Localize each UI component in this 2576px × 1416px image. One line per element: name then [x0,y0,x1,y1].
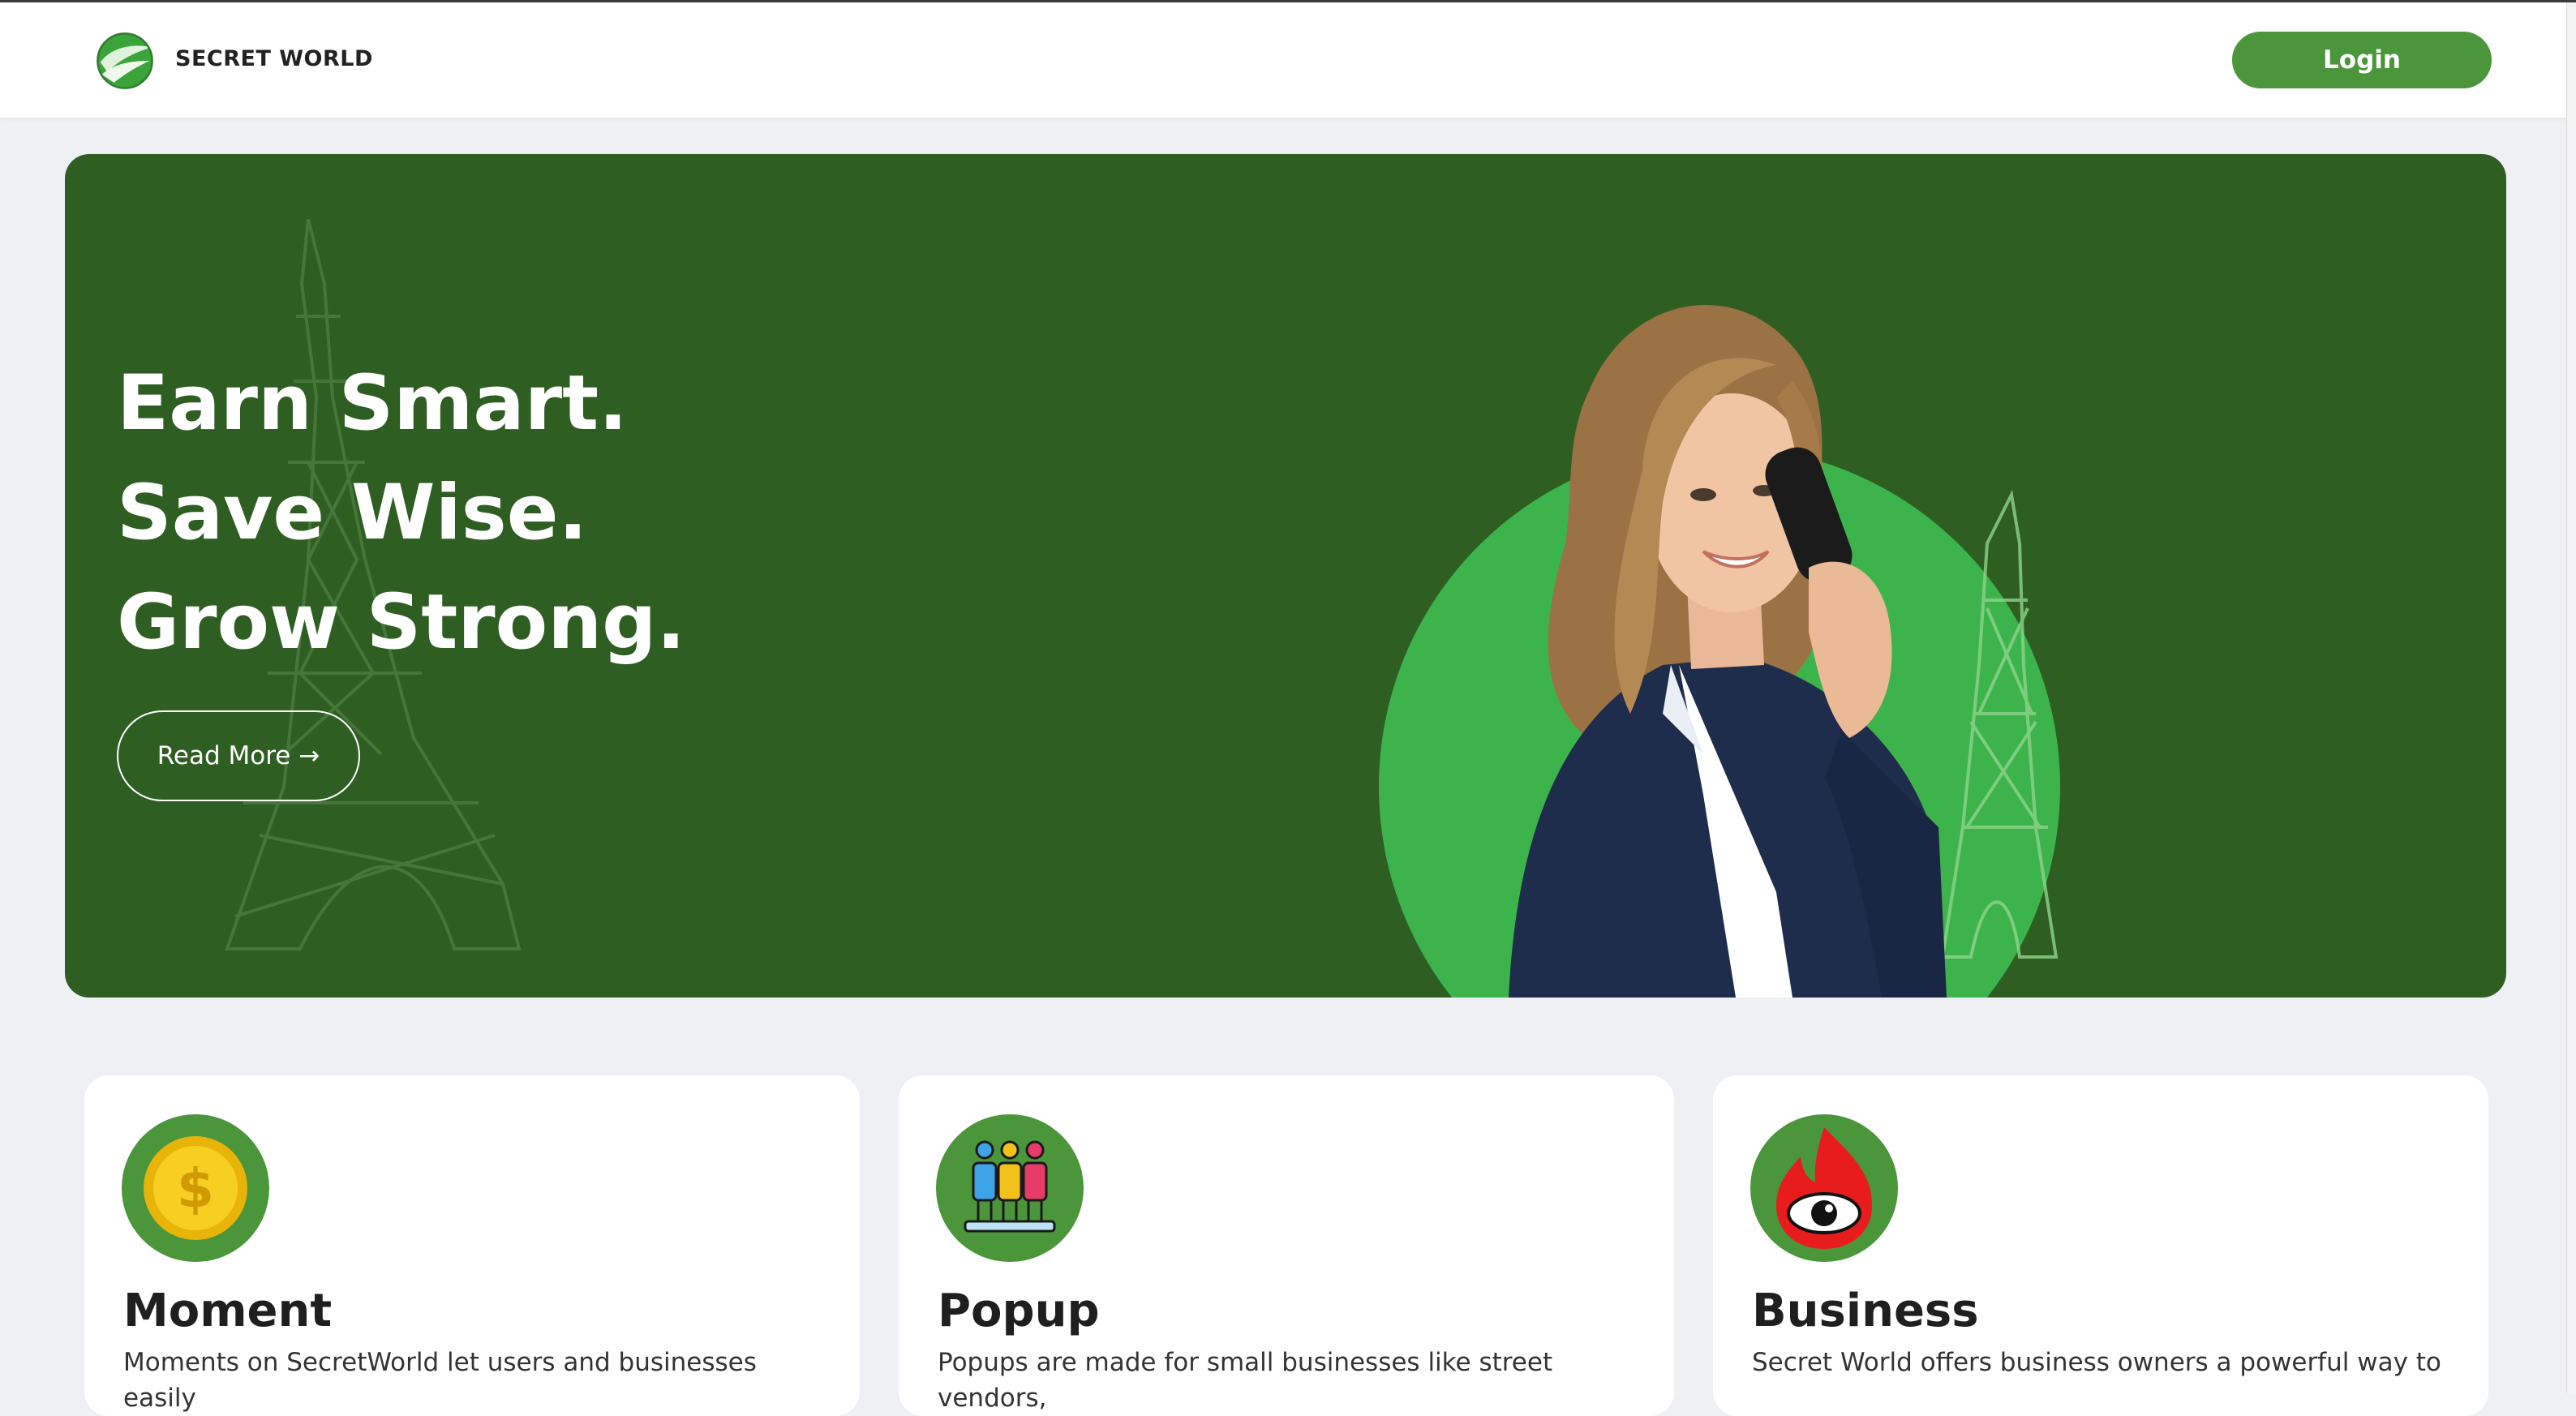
hero-line-1: Earn Smart. [117,359,628,448]
page-scrollbar[interactable] [2566,2,2576,1393]
login-button[interactable]: Login [2232,32,2492,88]
read-more-button[interactable]: Read More → [117,710,360,801]
brand-name[interactable]: SECRET WORLD [175,46,373,71]
hero-line-3: Grow Strong. [117,578,686,667]
card-popup[interactable]: Popup Popups are made for small business… [899,1075,1674,1416]
fire-eye-icon [1750,1114,1898,1262]
hero-headline: Earn Smart. Save Wise. Grow Strong. [117,349,685,677]
card-business[interactable]: Business Secret World offers business ow… [1713,1075,2488,1416]
people-icon [936,1114,1084,1262]
svg-text:$: $ [177,1157,214,1220]
hero-banner: Earn Smart. Save Wise. Grow Strong. Read… [65,154,2506,998]
card-description: Secret World offers business owners a po… [1752,1348,2441,1377]
card-title: Moment [123,1285,333,1337]
logo-icon[interactable] [91,27,159,95]
card-description: Popups are made for small businesses lik… [938,1348,1553,1413]
hero-line-2: Save Wise. [117,469,588,557]
coin-icon: $ [122,1114,269,1262]
site-header: SECRET WORLD Login [0,2,2576,118]
card-moment[interactable]: $ Moment Moments on SecretWorld let user… [84,1075,860,1416]
card-description: Moments on SecretWorld let users and bus… [123,1348,757,1413]
card-title: Business [1752,1285,1979,1337]
card-title: Popup [938,1285,1100,1337]
hero-woman-on-phone-image [1379,304,2060,998]
